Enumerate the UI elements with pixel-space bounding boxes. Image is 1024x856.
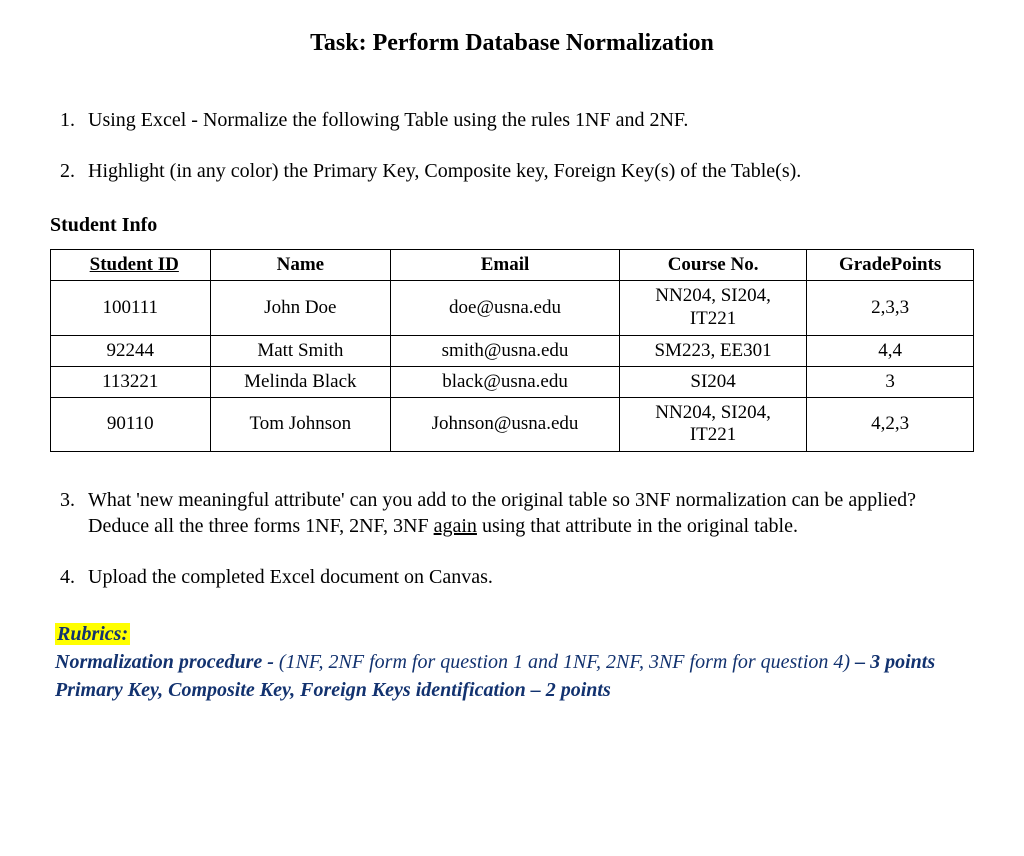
cell-student-id: 90110 — [51, 397, 211, 452]
table-row: 90110 Tom Johnson Johnson@usna.edu NN204… — [51, 397, 974, 452]
cell-name: Tom Johnson — [210, 397, 391, 452]
cell-gradepoints: 4,4 — [807, 335, 974, 366]
rubrics-line-1: Normalization procedure - (1NF, 2NF form… — [50, 648, 974, 676]
student-info-table: Student ID Name Email Course No. GradePo… — [50, 249, 974, 452]
col-gradepoints: GradePoints — [807, 250, 974, 281]
table-header-row: Student ID Name Email Course No. GradePo… — [51, 250, 974, 281]
col-course-no: Course No. — [619, 250, 806, 281]
cell-email: Johnson@usna.edu — [391, 397, 620, 452]
cell-gradepoints: 2,3,3 — [807, 281, 974, 336]
cell-course-no: NN204, SI204, IT221 — [619, 397, 806, 452]
cell-course-no: SI204 — [619, 366, 806, 397]
cell-name: Melinda Black — [210, 366, 391, 397]
col-name: Name — [210, 250, 391, 281]
question-3: What 'new meaningful attribute' can you … — [80, 487, 974, 539]
rubrics-line-2: Primary Key, Composite Key, Foreign Keys… — [50, 676, 974, 704]
table-row: 92244 Matt Smith smith@usna.edu SM223, E… — [51, 335, 974, 366]
rubrics-label: Rubrics: — [55, 623, 130, 645]
question-1: Using Excel - Normalize the following Ta… — [80, 107, 974, 133]
page-title: Task: Perform Database Normalization — [50, 30, 974, 57]
cell-course-no: NN204, SI204, IT221 — [619, 281, 806, 336]
cell-gradepoints: 3 — [807, 366, 974, 397]
cell-email: black@usna.edu — [391, 366, 620, 397]
cell-course-no: SM223, EE301 — [619, 335, 806, 366]
cell-name: John Doe — [210, 281, 391, 336]
cell-student-id: 100111 — [51, 281, 211, 336]
rubrics-section: Rubrics: Normalization procedure - (1NF,… — [50, 620, 974, 704]
cell-email: doe@usna.edu — [391, 281, 620, 336]
underlined-word: again — [434, 515, 477, 537]
question-2: Highlight (in any color) the Primary Key… — [80, 158, 974, 184]
table-row: 100111 John Doe doe@usna.edu NN204, SI20… — [51, 281, 974, 336]
cell-student-id: 113221 — [51, 366, 211, 397]
cell-email: smith@usna.edu — [391, 335, 620, 366]
table-section-heading: Student Info — [50, 214, 974, 237]
table-row: 113221 Melinda Black black@usna.edu SI20… — [51, 366, 974, 397]
cell-name: Matt Smith — [210, 335, 391, 366]
cell-student-id: 92244 — [51, 335, 211, 366]
col-student-id: Student ID — [51, 250, 211, 281]
question-4: Upload the completed Excel document on C… — [80, 564, 974, 590]
cell-gradepoints: 4,2,3 — [807, 397, 974, 452]
col-email: Email — [391, 250, 620, 281]
